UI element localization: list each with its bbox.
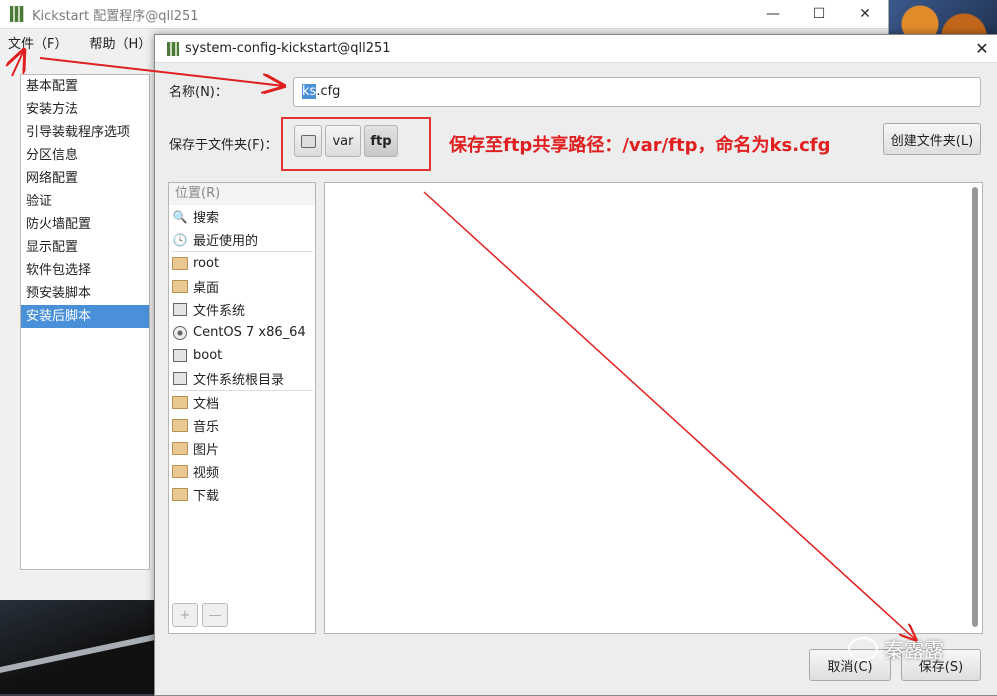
place-label: CentOS 7 x86_64 [193,325,306,340]
place-item[interactable]: CentOS 7 x86_64 [169,321,315,344]
place-label: 文件系统根目录 [193,373,285,388]
home-folder-icon [172,257,188,271]
maximize-button[interactable]: ☐ [796,0,842,28]
place-item[interactable]: 图片 [169,437,315,460]
menu-file[interactable]: 文件（F） [8,33,67,52]
sidebar-item[interactable]: 预安装脚本 [21,282,149,305]
sidebar-item[interactable]: 安装后脚本 [21,305,149,328]
dialog-close-button[interactable]: ✕ [966,39,997,58]
close-button[interactable]: ✕ [842,0,888,28]
sidebar-item[interactable]: 防火墙配置 [21,213,149,236]
dialog-title: system-config-kickstart@qll251 [185,41,391,56]
sidebar-item[interactable]: 安装方法 [21,98,149,121]
place-item[interactable]: root [169,252,315,275]
place-item[interactable]: boot [169,344,315,367]
place-item[interactable]: 🔍 搜索 [169,205,315,228]
path-crumb-root[interactable] [294,125,322,157]
place-item[interactable]: 视频 [169,460,315,483]
dialog-titlebar: system-config-kickstart@qll251 ✕ [155,35,997,63]
watermark-text: 秦露露 [884,638,944,662]
sidebar-item[interactable]: 基本配置 [21,75,149,98]
remove-place-button[interactable]: — [202,603,228,627]
folder-icon [172,465,188,479]
place-item[interactable]: 文档 [169,391,315,414]
filename-rest: .cfg [316,84,341,99]
place-item[interactable]: 文件系统根目录 [169,367,315,390]
folder-icon [172,396,188,410]
add-place-button[interactable]: + [172,603,198,627]
place-item[interactable]: 音乐 [169,414,315,437]
folder-icon [172,442,188,456]
sidebar-item[interactable]: 分区信息 [21,144,149,167]
app-icon [10,6,24,22]
disc-icon [172,325,188,340]
file-list[interactable] [324,182,983,634]
place-label: 搜索 [193,211,220,226]
place-label: boot [193,348,223,363]
drive-icon [172,372,188,386]
minimize-button[interactable]: — [750,0,796,28]
place-label: 文档 [193,397,220,412]
main-window-title: Kickstart 配置程序@qll251 [32,8,199,24]
place-label: 音乐 [193,420,220,435]
wechat-icon [848,636,878,661]
sidebar-item[interactable]: 引导装载程序选项 [21,121,149,144]
folder-icon [172,419,188,433]
save-dialog: system-config-kickstart@qll251 ✕ 名称(N)： … [154,34,997,696]
place-item[interactable]: 🕓 最近使用的 [169,228,315,251]
filename-input[interactable]: ks.cfg [293,77,981,107]
search-icon: 🔍 [172,209,188,224]
drive-icon [172,349,188,363]
drive-icon [172,303,188,317]
sidebar-item[interactable]: 验证 [21,190,149,213]
desktop-photo-road [0,589,160,694]
path-crumb-var[interactable]: var [325,125,361,157]
place-label: root [193,256,220,271]
folder-icon [172,280,188,294]
path-crumb-ftp[interactable]: ftp [364,125,398,157]
drive-icon [300,134,316,148]
main-titlebar: Kickstart 配置程序@qll251 — ☐ ✕ [0,0,888,29]
sidebar-item[interactable]: 显示配置 [21,236,149,259]
file-list-scrollbar[interactable] [972,187,978,627]
folder-icon [172,488,188,502]
create-folder-button[interactable]: 创建文件夹(L) [883,123,981,155]
filename-selected-part: ks [302,84,317,99]
config-sidebar: 基本配置 安装方法 引导装载程序选项 分区信息 网络配置 验证 防火墙配置 显示配置 软件包选择… [20,74,150,570]
watermark: 秦露露 [848,634,944,663]
places-header: 位置(R) [169,183,315,205]
clock-icon: 🕓 [172,232,188,247]
name-label: 名称(N)： [169,85,228,100]
app-icon [167,41,179,56]
place-label: 图片 [193,443,220,458]
menu-help[interactable]: 帮助（H） [89,33,151,52]
sidebar-item[interactable]: 网络配置 [21,167,149,190]
folder-label: 保存于文件夹(F)： [169,138,278,153]
place-item[interactable]: 桌面 [169,275,315,298]
place-label: 桌面 [193,281,220,296]
places-pane: 位置(R) 🔍 搜索 🕓 最近使用的 root 桌面文件系统 CentOS 7 x86_64… [168,182,316,634]
place-label: 最近使用的 [193,234,259,249]
place-label: 下载 [193,489,220,504]
place-item[interactable]: 文件系统 [169,298,315,321]
annotation-text: 保存至ftp共享路径：/var/ftp，命名为ks.cfg [449,135,831,156]
place-label: 视频 [193,466,220,481]
place-label: 文件系统 [193,304,246,319]
place-item[interactable]: 下载 [169,483,315,506]
sidebar-item[interactable]: 软件包选择 [21,259,149,282]
